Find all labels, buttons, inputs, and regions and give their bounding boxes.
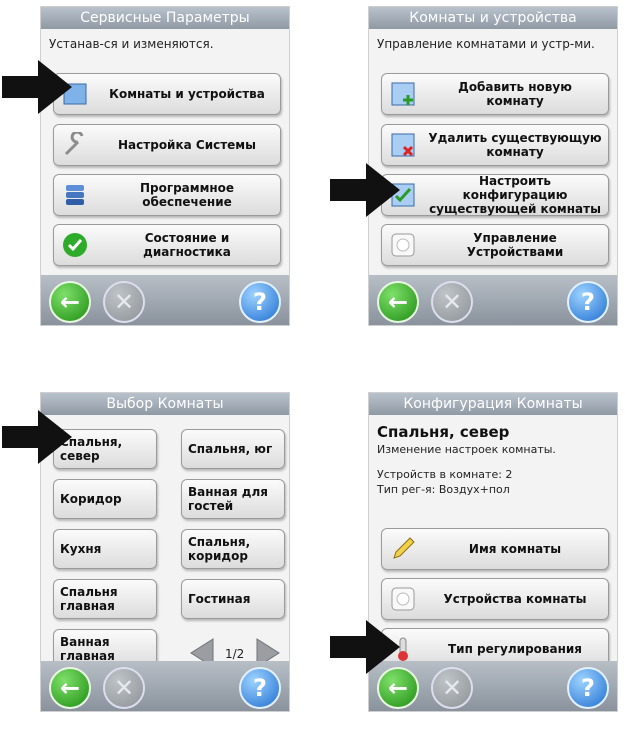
device-icon — [391, 233, 415, 257]
page-subtitle: Устанав-ся и изменяются. — [49, 37, 214, 51]
cancel-button[interactable]: ✕ — [431, 281, 473, 323]
bottom-toolbar: ← ✕ ? — [369, 275, 617, 325]
room-devices-button[interactable]: Устройства комнаты — [381, 578, 609, 620]
page-title: Выбор Комнаты — [41, 393, 289, 415]
help-button[interactable]: ? — [567, 281, 609, 323]
pointer-arrow-icon — [2, 410, 72, 464]
help-button[interactable]: ? — [567, 667, 609, 709]
panel-room-select: Выбор Комнаты Спальня, север Спальня, юг… — [40, 392, 290, 712]
device-management-button[interactable]: Управление Устройствами — [381, 224, 609, 266]
room-name-button[interactable]: Имя комнаты — [381, 528, 609, 570]
room-button[interactable]: Гостиная — [181, 579, 285, 619]
back-button[interactable]: ← — [49, 281, 91, 323]
regulation-type: Тип рег-я: Воздух+пол — [377, 483, 510, 496]
rooms-devices-button[interactable]: Комнаты и устройства — [53, 73, 281, 115]
page-title: Сервисные Параметры — [41, 7, 289, 29]
bottom-toolbar: ← ✕ ? — [41, 275, 289, 325]
cancel-button[interactable]: ✕ — [103, 667, 145, 709]
cancel-button[interactable]: ✕ — [431, 667, 473, 709]
back-button[interactable]: ← — [49, 667, 91, 709]
pointer-arrow-icon — [330, 163, 400, 217]
pointer-arrow-icon — [330, 620, 400, 674]
page-subtitle: Изменение настроек комнаты. — [377, 443, 556, 456]
software-button[interactable]: Программное обеспечение — [53, 174, 281, 216]
add-room-icon — [391, 82, 415, 106]
room-button[interactable]: Спальня, коридор — [181, 529, 285, 569]
page-title: Комнаты и устройства — [369, 7, 617, 29]
page-title: Конфигурация Комнаты — [369, 393, 617, 415]
check-circle-icon — [63, 233, 87, 257]
wrench-icon — [64, 132, 84, 156]
database-icon — [66, 185, 84, 205]
status-diagnostics-button[interactable]: Состояние и диагностика — [53, 224, 281, 266]
room-name: Спальня, север — [377, 423, 510, 441]
room-button[interactable]: Спальня главная — [53, 579, 157, 619]
room-button[interactable]: Ванная для гостей — [181, 479, 285, 519]
configure-room-button[interactable]: Настроить конфигурацию существующей комн… — [381, 174, 609, 216]
devices-count: Устройств в комнате: 2 — [377, 468, 513, 481]
help-button[interactable]: ? — [239, 281, 281, 323]
delete-room-button[interactable]: Удалить существующую комнату — [381, 124, 609, 166]
help-button[interactable]: ? — [239, 667, 281, 709]
device-icon — [391, 587, 415, 611]
pencil-icon — [393, 537, 415, 559]
room-button[interactable]: Спальня, юг — [181, 429, 285, 469]
back-button[interactable]: ← — [377, 281, 419, 323]
pointer-arrow-icon — [2, 60, 72, 114]
bottom-toolbar: ← ✕ ? — [41, 661, 289, 711]
page-indicator: 1/2 — [225, 647, 245, 661]
panel-rooms-devices: Комнаты и устройства Управление комнатам… — [368, 6, 618, 326]
panel-room-config: Конфигурация Комнаты Спальня, север Изме… — [368, 392, 618, 712]
add-room-button[interactable]: Добавить новую комнату — [381, 73, 609, 115]
panel-service-params: Сервисные Параметры Устанав-ся и изменяю… — [40, 6, 290, 326]
room-button[interactable]: Кухня — [53, 529, 157, 569]
system-settings-button[interactable]: Настройка Системы — [53, 124, 281, 166]
room-button[interactable]: Коридор — [53, 479, 157, 519]
delete-room-icon — [391, 133, 415, 157]
page-subtitle: Управление комнатами и устр-ми. — [377, 37, 595, 51]
bottom-toolbar: ← ✕ ? — [369, 661, 617, 711]
cancel-button[interactable]: ✕ — [103, 281, 145, 323]
